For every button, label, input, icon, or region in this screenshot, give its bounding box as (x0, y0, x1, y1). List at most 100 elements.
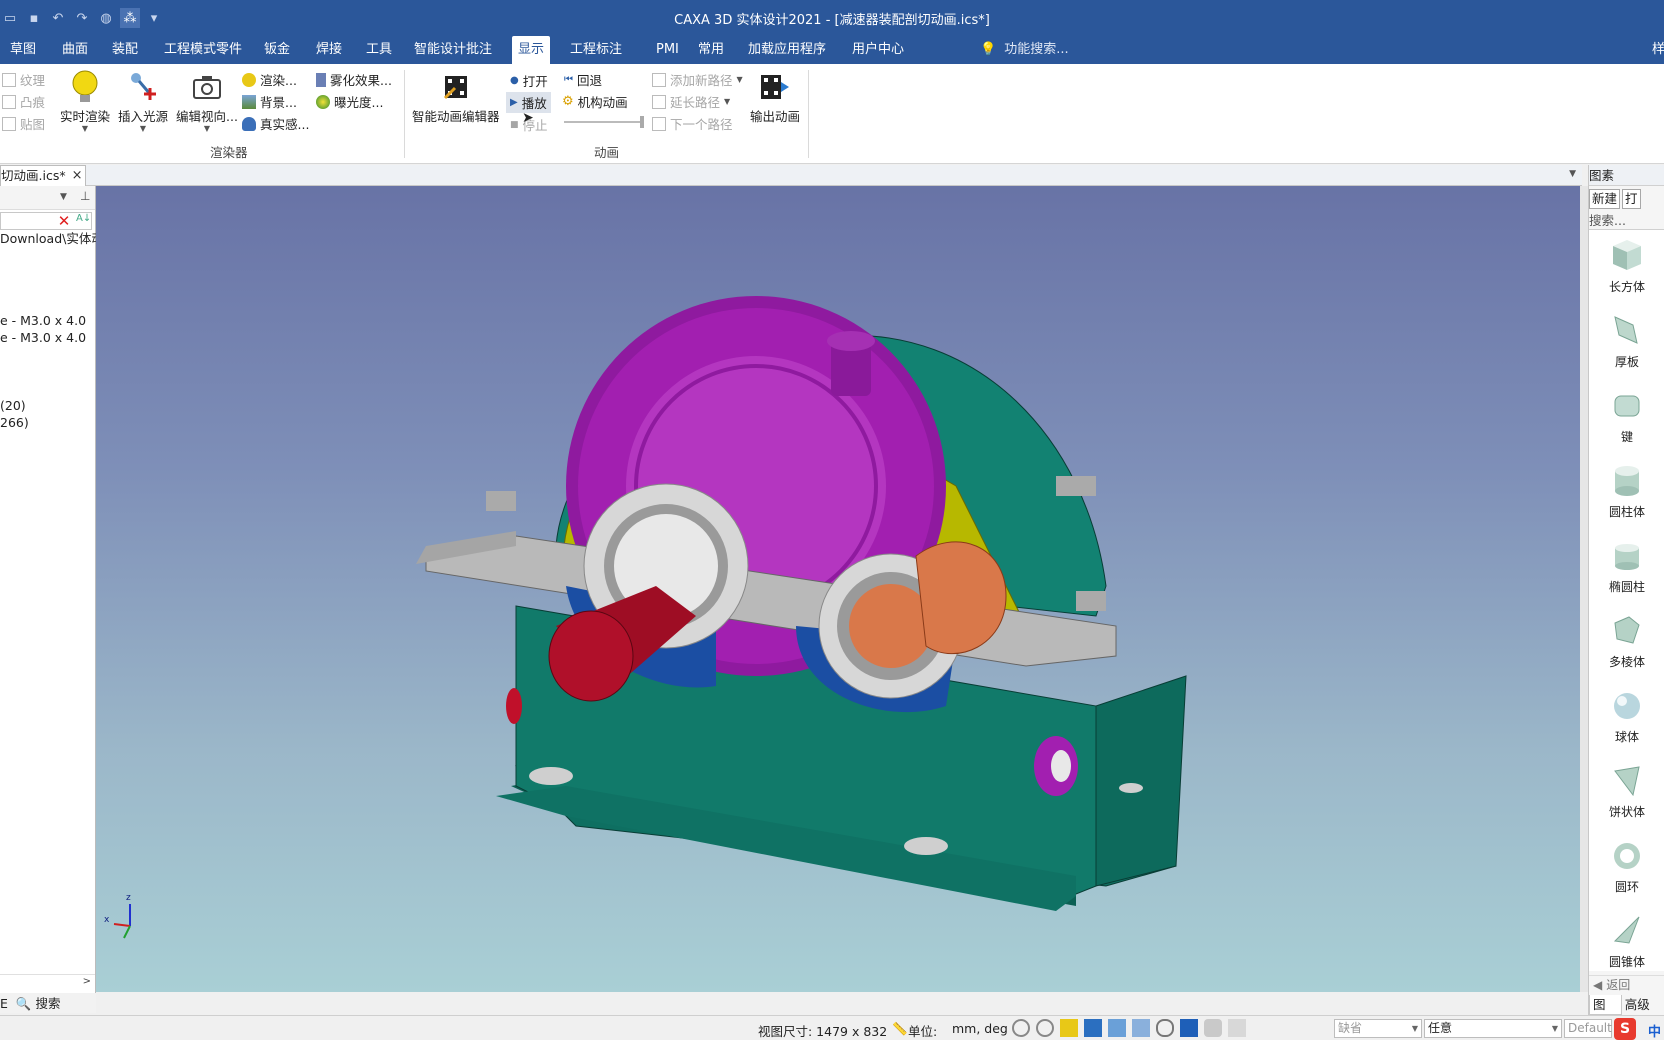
tree-item[interactable]: (20) (0, 398, 26, 413)
tree-item[interactable]: 266) (0, 415, 29, 430)
exposure-button[interactable]: 曝光度... (316, 92, 383, 111)
library-tab-1[interactable]: 高级图 (1622, 995, 1664, 1032)
tab-4[interactable]: 钣金 (258, 36, 296, 64)
export-animation-button[interactable]: 输出动画 (750, 70, 800, 125)
tab-overflow-label: 样 (1652, 42, 1664, 57)
tab-5[interactable]: 焊接 (310, 36, 348, 64)
search-icon: 🔍 (15, 996, 32, 1011)
realism-button[interactable]: 真实感... (242, 114, 309, 133)
decal-button[interactable]: 贴图 (2, 114, 45, 133)
zoom-window-icon[interactable] (1036, 1019, 1054, 1037)
library-search[interactable]: 搜索... (1589, 210, 1626, 229)
viewport-scrollbar[interactable] (1580, 186, 1588, 992)
back-button[interactable]: ◀ 返回 (1589, 975, 1664, 993)
shape-item[interactable]: 椭圆柱 (1589, 536, 1664, 595)
tab-9[interactable]: 工程标注 (564, 36, 628, 64)
extend-path-button[interactable]: 延长路径 ▼ (652, 92, 730, 111)
render-mode-icon[interactable] (1180, 1019, 1198, 1037)
fog-icon (316, 72, 326, 87)
emboss-icon (2, 94, 16, 109)
select-cursor-icon[interactable] (1228, 1019, 1246, 1037)
emboss-button[interactable]: 凸痕 (2, 92, 45, 111)
tab-6[interactable]: 工具 (360, 36, 398, 64)
animation-slider-track[interactable] (564, 121, 644, 123)
edit-view-label: 编辑视向... (176, 109, 238, 124)
chevron-down-icon[interactable]: ▼ (1569, 169, 1576, 179)
design-tree-panel: ▼ ⊥ ✕ A↓ Download\实体动 e - M3.0 x 4.0 e - M… (0, 186, 104, 994)
filter-combo[interactable]: 缺省 ▼ (1334, 1019, 1422, 1038)
shape-item[interactable]: 键 (1589, 386, 1664, 445)
chevron-right-icon[interactable]: > (83, 976, 91, 987)
shape-item[interactable]: 圆环 (1589, 836, 1664, 895)
smart-animation-editor-button[interactable]: 智能动画编辑器 (412, 70, 500, 125)
ime-logo-icon[interactable]: S (1614, 1018, 1636, 1040)
horizontal-scrollbar[interactable]: > (0, 974, 95, 990)
lightbulb-icon: 💡 (980, 42, 997, 57)
tree-item[interactable]: e - M3.0 x 4.0 (0, 313, 86, 328)
edit-view-button[interactable]: 编辑视向... ▼ (176, 70, 238, 133)
tab-3[interactable]: 工程模式零件 (158, 36, 248, 64)
shape-item[interactable]: 圆锥体 (1589, 911, 1664, 970)
ribbon-tab-bar: 💡 功能搜索... 样 草图 曲面 装配 工程模式零件 钣金 焊接 工具 智能设计批注 显示 工程标… (0, 36, 1664, 64)
tree-item[interactable]: e - M3.0 x 4.0 (0, 330, 86, 345)
group-separator (808, 70, 809, 158)
shape-item[interactable]: 圆柱体 (1589, 461, 1664, 520)
shape-item[interactable]: 球体 (1589, 686, 1664, 745)
zoom-icon[interactable] (1012, 1019, 1030, 1037)
animation-slider-thumb[interactable] (640, 116, 644, 128)
landscape-icon (242, 94, 256, 109)
texture-icon (2, 72, 16, 87)
tree-item[interactable]: Download\实体动 (0, 228, 104, 247)
selection-combo[interactable]: 任意 ▼ (1424, 1019, 1562, 1038)
insert-light-button[interactable]: 插入光源 ▼ (118, 70, 168, 133)
style-combo[interactable]: Default (1564, 1019, 1612, 1038)
display-mode-icon[interactable] (1132, 1019, 1150, 1037)
tab-1[interactable]: 曲面 (56, 36, 94, 64)
hand-icon[interactable] (1204, 1019, 1222, 1037)
tab-12[interactable]: 加载应用程序 (742, 36, 832, 64)
feature-search[interactable]: 💡 功能搜索... (980, 36, 1069, 64)
tab-8[interactable]: 显示 (512, 36, 551, 64)
3d-viewport[interactable]: z x (96, 186, 1580, 992)
open-library-button[interactable]: 打 (1622, 189, 1641, 209)
tab-7[interactable]: 智能设计批注 (408, 36, 498, 64)
mouse-cursor-icon: ➤ (522, 110, 534, 126)
glasses-icon[interactable] (1156, 1019, 1174, 1037)
texture-button[interactable]: 纹理 (2, 70, 45, 89)
new-button[interactable]: 新建 (1589, 189, 1621, 209)
shaded-view-icon[interactable] (1084, 1019, 1102, 1037)
chevron-down-icon[interactable]: ▼ (60, 192, 67, 202)
section-icon[interactable] (1108, 1019, 1126, 1037)
fog-button[interactable]: 雾化效果... (316, 70, 392, 89)
render-button[interactable]: 渲染... (242, 70, 297, 89)
sort-icon[interactable]: A↓ (76, 213, 91, 224)
open-animation-button[interactable]: ● 打开 (506, 70, 552, 91)
tab-0[interactable]: 草图 (4, 36, 42, 64)
ime-language[interactable]: 中 (1648, 1021, 1661, 1040)
tab-10[interactable]: PMI (650, 36, 685, 64)
document-tab[interactable]: 切动画.ics* × (0, 165, 86, 186)
realtime-render-button[interactable]: 实时渲染 ▼ (60, 70, 110, 133)
shape-item[interactable]: 饼状体 (1589, 761, 1664, 820)
add-path-button[interactable]: 添加新路径 ▼ (652, 70, 743, 89)
tab-2[interactable]: 装配 (106, 36, 144, 64)
shape-item[interactable]: 多棱体 (1589, 611, 1664, 670)
shape-item[interactable]: 厚板 (1589, 311, 1664, 370)
library-tab-0[interactable]: 图素 (1589, 995, 1622, 1032)
close-icon[interactable]: × (72, 166, 83, 186)
background-button[interactable]: 背景... (242, 92, 297, 111)
mechanism-animation-button[interactable]: ⚙ 机构动画 (562, 92, 628, 111)
search-tab-label[interactable]: 搜索 (35, 996, 60, 1011)
shape-item[interactable]: 长方体 (1589, 236, 1664, 295)
view-cube-icon[interactable] (1060, 1019, 1078, 1037)
pin-icon[interactable]: ⊥ (80, 189, 90, 203)
next-path-button[interactable]: 下一个路径 (652, 114, 733, 133)
unit-value[interactable]: mm, deg (952, 1021, 1008, 1036)
tab-11[interactable]: 常用 (692, 36, 730, 64)
clear-icon[interactable]: ✕ (56, 213, 72, 229)
left-tab-label[interactable]: E (0, 996, 8, 1011)
torus-shape-icon (1614, 843, 1640, 869)
rewind-button[interactable]: ⏮ 回退 (564, 70, 602, 89)
tab-13[interactable]: 用户中心 (846, 36, 910, 64)
render-group-label: 渲染器 (210, 145, 248, 160)
